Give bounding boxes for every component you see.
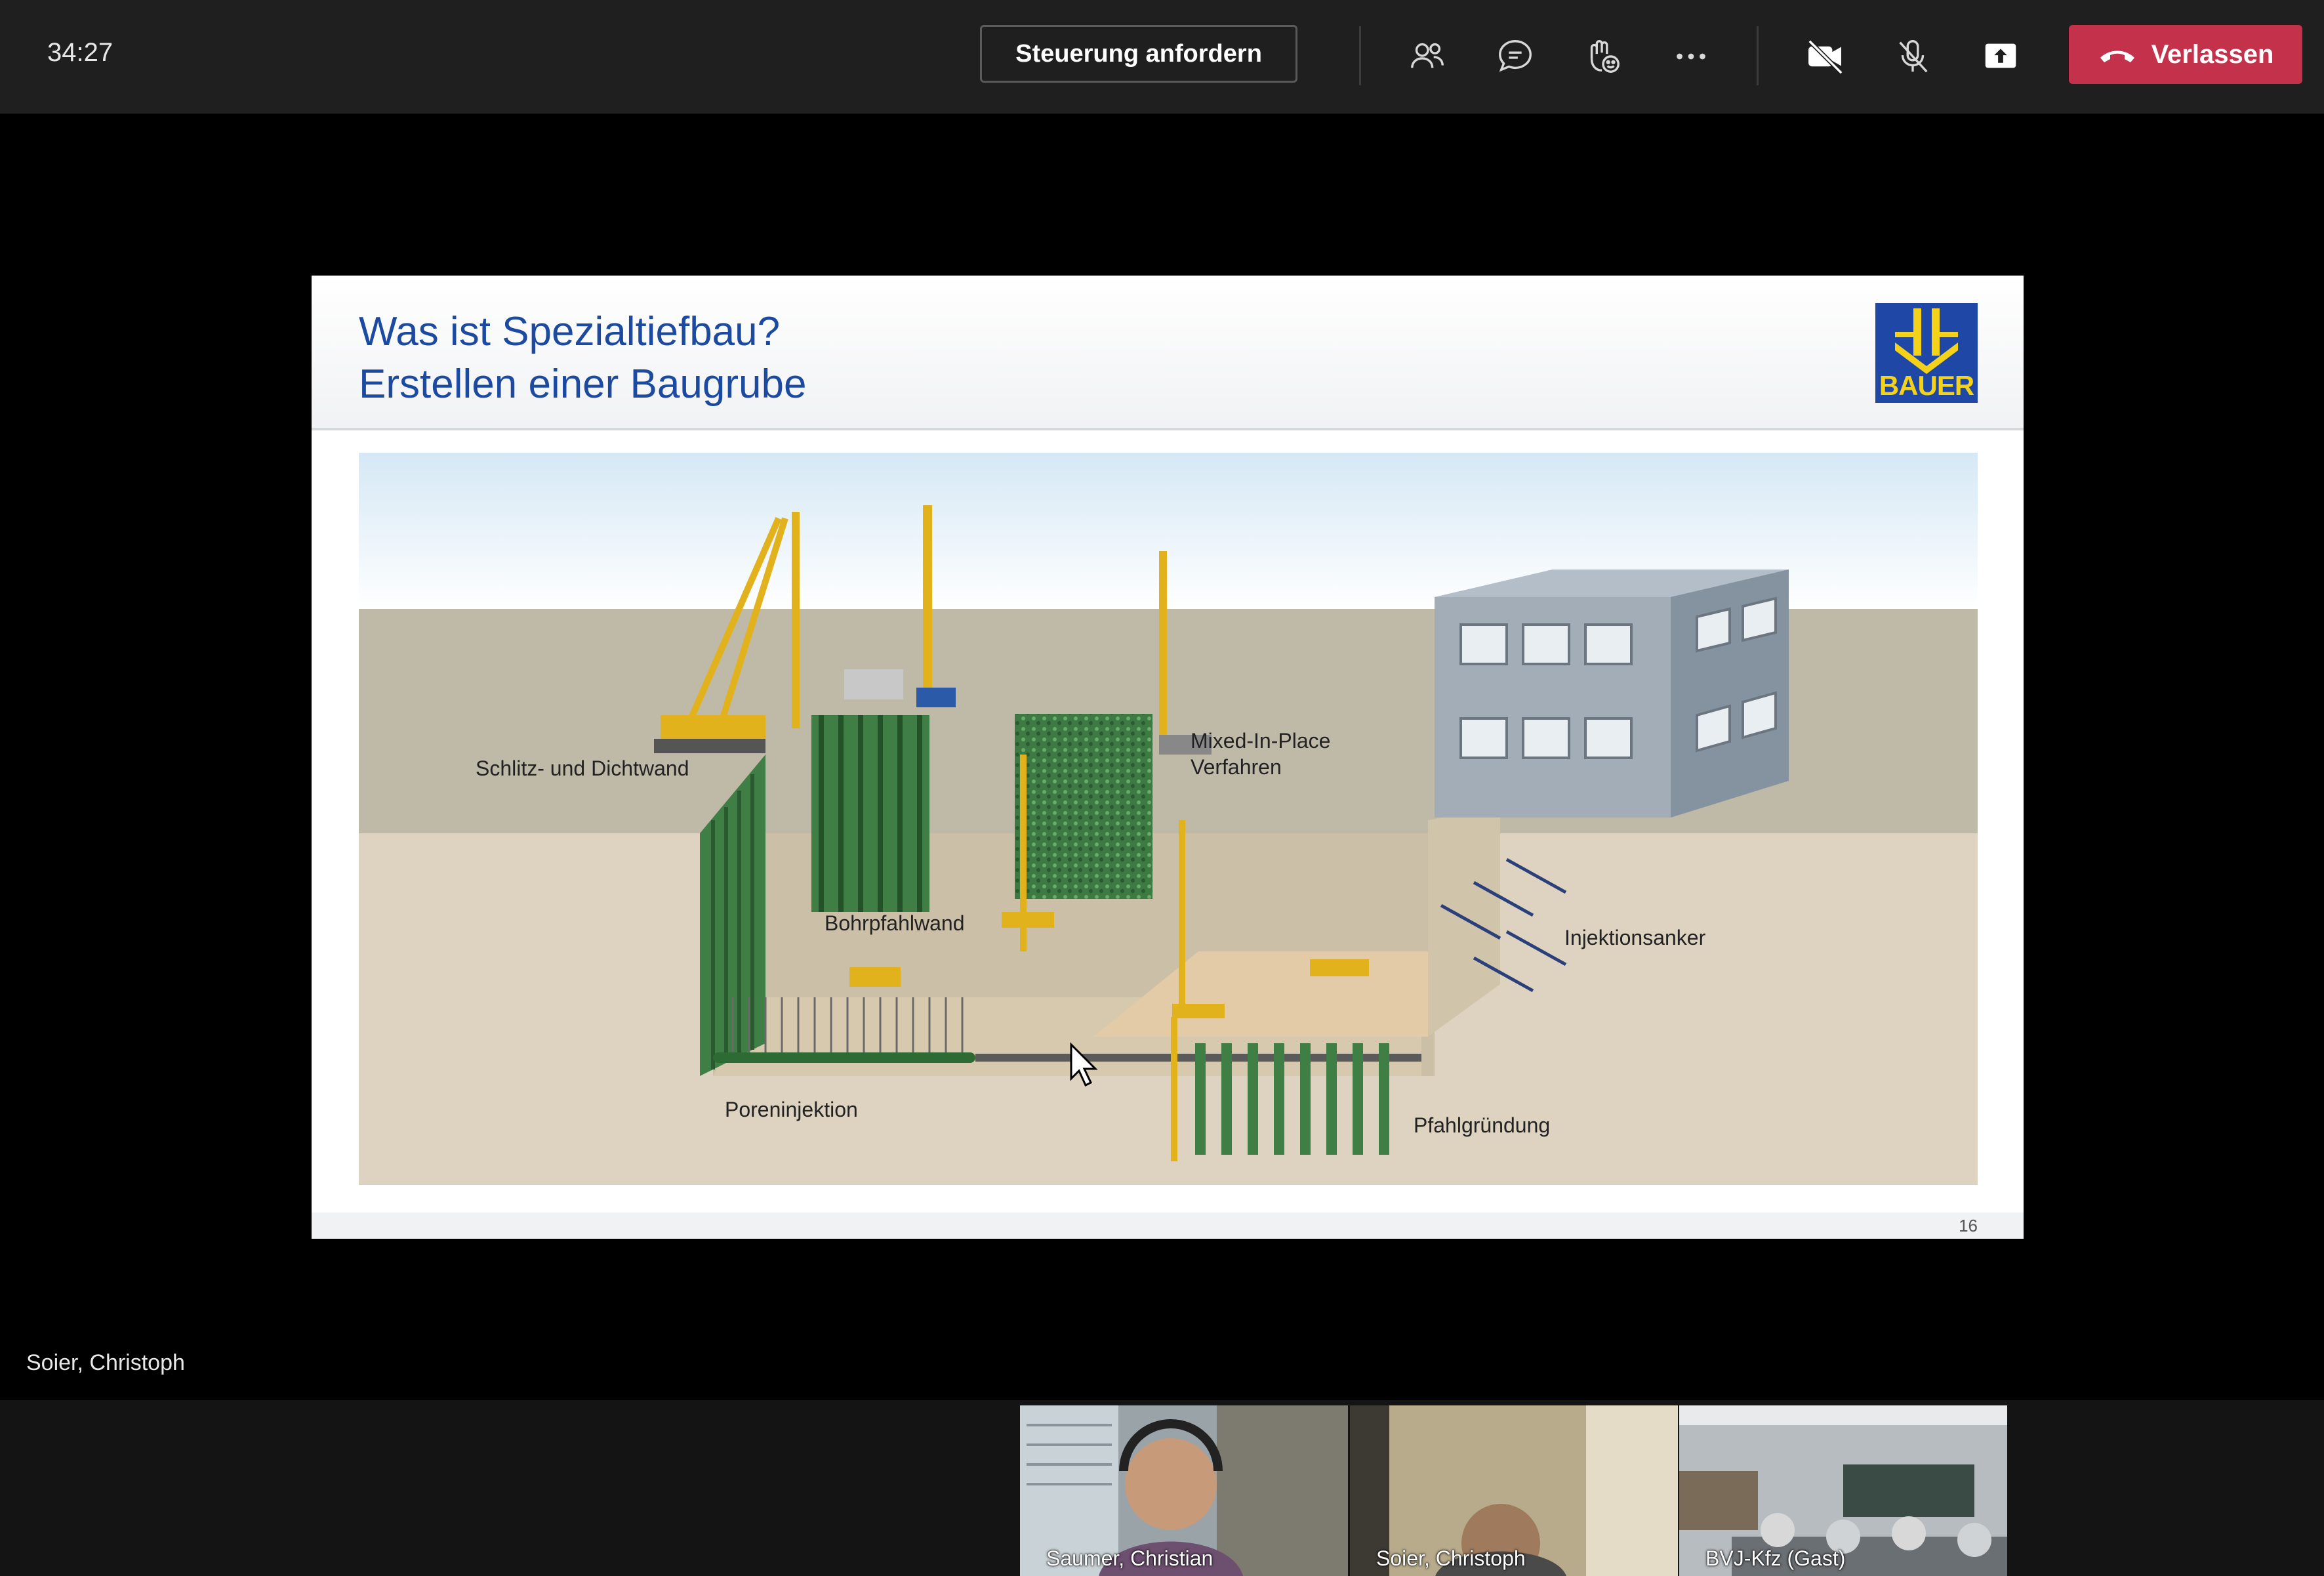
label-schlitz: Schlitz- und Dichtwand <box>476 757 689 780</box>
more-options-icon[interactable] <box>1663 29 1719 84</box>
participant-name: Soier, Christoph <box>1376 1546 1526 1570</box>
bauer-logo-text: BAUER <box>1879 370 1974 401</box>
construction-pit-illustration: Schlitz- und Dichtwand Bohrpfahlwand Mix… <box>359 453 1978 1185</box>
mic-off-icon[interactable] <box>1885 29 1940 84</box>
participant-tile[interactable]: BVJ-Kfz (Gast) <box>1679 1405 2007 1576</box>
hang-up-icon <box>2100 51 2134 62</box>
toolbar-divider <box>1359 26 1361 85</box>
leave-button[interactable]: Verlassen <box>2069 25 2302 84</box>
label-pfahl: Pfahlgründung <box>1414 1113 1550 1137</box>
presenter-name: Soier, Christoph <box>26 1350 185 1375</box>
slide-footer <box>312 1213 2024 1239</box>
camera-off-icon[interactable] <box>1797 29 1852 84</box>
leave-label: Verlassen <box>2151 39 2274 69</box>
participant-tile[interactable]: Soier, Christoph <box>1350 1405 1678 1576</box>
participant-name: BVJ-Kfz (Gast) <box>1705 1546 1846 1570</box>
label-bohrpfahl: Bohrpfahlwand <box>825 911 964 935</box>
label-poren: Poreninjektion <box>725 1098 858 1121</box>
toolbar-divider <box>1757 26 1759 85</box>
participants-icon[interactable] <box>1400 29 1455 84</box>
meeting-timer: 34:27 <box>47 38 113 67</box>
request-control-button[interactable]: Steuerung anfordern <box>980 25 1297 83</box>
label-mixed-line-2: Verfahren <box>1191 755 1282 779</box>
label-mixed-line-1: Mixed-In-Place <box>1191 729 1330 753</box>
shared-slide: Was ist Spezialtiefbau? Erstellen einer … <box>312 276 2024 1239</box>
share-screen-icon[interactable] <box>1973 29 2028 84</box>
slide-header: Was ist Spezialtiefbau? Erstellen einer … <box>312 276 2024 430</box>
meeting-toolbar: 34:27 Steuerung anfordern Verlassen <box>0 0 2324 114</box>
participant-tile[interactable]: Saumer, Christian <box>1020 1405 1348 1576</box>
slide-title-line-2: Erstellen einer Baugrube <box>359 362 807 407</box>
slide-page-number: 16 <box>1959 1216 1978 1235</box>
chat-icon[interactable] <box>1488 29 1543 84</box>
slide-title-line-1: Was ist Spezialtiefbau? <box>359 309 781 354</box>
slide-title: Was ist Spezialtiefbau? Erstellen einer … <box>359 306 806 411</box>
label-injektion: Injektionsanker <box>1564 926 1706 949</box>
reactions-icon[interactable] <box>1576 29 1631 84</box>
participant-name: Saumer, Christian <box>1046 1546 1213 1570</box>
bauer-logo: BAUER <box>1875 303 1978 403</box>
